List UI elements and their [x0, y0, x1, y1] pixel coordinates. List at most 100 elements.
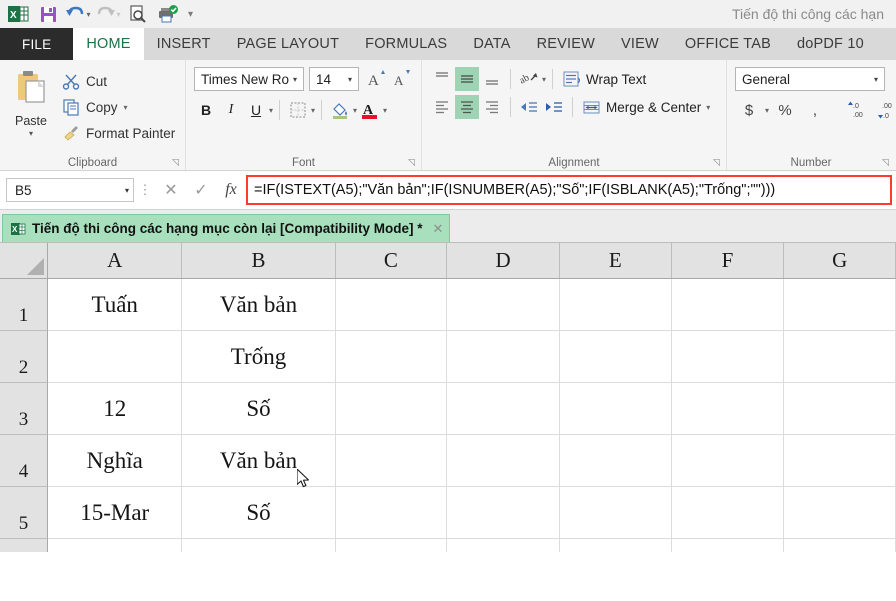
formula-bar-grip[interactable]: ⋮	[134, 182, 156, 198]
merge-center-caret-icon[interactable]: ▾	[706, 103, 710, 112]
orientation-button[interactable]: ab	[517, 67, 541, 91]
cell-d5[interactable]	[447, 487, 560, 539]
alignment-dialog-launcher[interactable]: ◹	[713, 158, 722, 167]
bold-button[interactable]: B	[194, 98, 218, 122]
name-box-caret-icon[interactable]: ▾	[125, 186, 129, 195]
wrap-text-button[interactable]: Wrap Text	[559, 67, 646, 91]
align-left-button[interactable]	[430, 95, 454, 119]
font-color-caret-icon[interactable]: ▾	[383, 106, 387, 115]
font-name-combo[interactable]: Times New Ro ▾	[194, 67, 304, 91]
cell-c5[interactable]	[336, 487, 448, 539]
currency-caret-icon[interactable]: ▾	[765, 106, 769, 115]
customize-qat-icon[interactable]: ▾	[184, 9, 197, 20]
enter-formula-button[interactable]: ✓	[186, 177, 216, 203]
copy-button[interactable]: Copy ▾	[62, 96, 175, 118]
cell-a2[interactable]	[48, 331, 182, 383]
tab-home[interactable]: HOME	[73, 28, 143, 60]
table-row[interactable]: 5 15-Mar Số	[0, 487, 896, 539]
comma-button[interactable]: ,	[801, 98, 829, 122]
number-format-caret-icon[interactable]: ▾	[870, 75, 882, 84]
paste-caret-icon[interactable]: ▾	[29, 129, 33, 138]
font-color-button[interactable]: A	[358, 98, 382, 122]
cell-f4[interactable]	[672, 435, 785, 487]
cell-b6[interactable]: Văn bản	[182, 539, 335, 552]
column-header-b[interactable]: B	[182, 243, 335, 278]
font-size-combo[interactable]: 14 ▾	[309, 67, 359, 91]
clipboard-dialog-launcher[interactable]: ◹	[172, 158, 181, 167]
tab-data[interactable]: DATA	[460, 28, 523, 60]
tab-review[interactable]: REVIEW	[524, 28, 608, 60]
office-tab-active[interactable]: X Tiến độ thi công các hạng mục còn lại …	[2, 214, 450, 242]
undo-icon[interactable]: ▾	[64, 2, 92, 26]
quick-access-toolbar[interactable]: X ▾	[0, 2, 197, 26]
tab-formulas[interactable]: FORMULAS	[352, 28, 460, 60]
fill-color-caret-icon[interactable]: ▾	[353, 106, 357, 115]
select-all-button[interactable]	[0, 243, 48, 278]
font-dialog-launcher[interactable]: ◹	[408, 158, 417, 167]
increase-decimal-button[interactable]: .0 .00	[843, 98, 871, 122]
number-format-combo[interactable]: General ▾	[735, 67, 885, 91]
cell-g1[interactable]	[784, 279, 896, 331]
row-header-5[interactable]: 5	[0, 487, 48, 539]
paste-button[interactable]: Paste ▾	[0, 66, 62, 170]
borders-caret-icon[interactable]: ▾	[311, 106, 315, 115]
decrease-font-size-button[interactable]: A	[391, 68, 413, 90]
formula-input[interactable]: =IF(ISTEXT(A5);"Văn bản";IF(ISNUMBER(A5)…	[246, 175, 892, 205]
fill-color-button[interactable]	[328, 98, 352, 122]
column-header-e[interactable]: E	[560, 243, 672, 278]
tab-dopdf[interactable]: doPDF 10	[784, 28, 877, 60]
cell-d1[interactable]	[447, 279, 560, 331]
cell-f1[interactable]	[672, 279, 785, 331]
cell-d3[interactable]	[447, 383, 560, 435]
cell-e5[interactable]	[560, 487, 672, 539]
italic-button[interactable]: I	[219, 98, 243, 122]
cell-c4[interactable]	[336, 435, 448, 487]
column-header-a[interactable]: A	[48, 243, 182, 278]
row-header-1[interactable]: 1	[0, 279, 48, 331]
underline-button[interactable]: U	[244, 98, 268, 122]
font-size-caret-icon[interactable]: ▾	[344, 75, 356, 84]
cell-e6[interactable]	[560, 539, 672, 552]
spreadsheet-grid[interactable]: A B C D E F G 1 Tuấn Văn bản 2 Trống 3 1…	[0, 243, 896, 552]
cell-e2[interactable]	[560, 331, 672, 383]
close-icon[interactable]: ✕	[429, 221, 444, 237]
cell-f2[interactable]	[672, 331, 785, 383]
cell-b1[interactable]: Văn bản	[182, 279, 335, 331]
align-right-button[interactable]	[480, 95, 504, 119]
format-painter-button[interactable]: Format Painter	[62, 122, 175, 144]
font-name-caret-icon[interactable]: ▾	[289, 75, 301, 84]
row-header-3[interactable]: 3	[0, 383, 48, 435]
row-header-2[interactable]: 2	[0, 331, 48, 383]
cell-c2[interactable]	[336, 331, 448, 383]
table-row[interactable]: 6 11/4/2020 Văn bản	[0, 539, 896, 552]
tab-insert[interactable]: INSERT	[144, 28, 224, 60]
borders-button[interactable]	[286, 98, 310, 122]
tab-file[interactable]: FILE	[0, 28, 73, 60]
table-row[interactable]: 1 Tuấn Văn bản	[0, 279, 896, 331]
cell-c3[interactable]	[336, 383, 448, 435]
cell-d2[interactable]	[447, 331, 560, 383]
currency-button[interactable]: $	[735, 98, 763, 122]
cell-f3[interactable]	[672, 383, 785, 435]
cell-b4[interactable]: Văn bản	[182, 435, 335, 487]
copy-caret-icon[interactable]: ▾	[124, 103, 128, 112]
cell-e3[interactable]	[560, 383, 672, 435]
tab-office-tab[interactable]: OFFICE TAB	[672, 28, 784, 60]
decrease-decimal-button[interactable]: .00 .0	[873, 98, 896, 122]
cell-a5[interactable]: 15-Mar	[48, 487, 182, 539]
cell-g4[interactable]	[784, 435, 896, 487]
increase-font-size-button[interactable]: A	[366, 68, 388, 90]
increase-indent-button[interactable]	[542, 95, 566, 119]
underline-caret-icon[interactable]: ▾	[269, 106, 273, 115]
cell-f5[interactable]	[672, 487, 785, 539]
number-dialog-launcher[interactable]: ◹	[882, 158, 891, 167]
cell-d6[interactable]	[447, 539, 560, 552]
orientation-caret-icon[interactable]: ▾	[542, 75, 546, 84]
cell-b3[interactable]: Số	[182, 383, 335, 435]
cell-a4[interactable]: Nghĩa	[48, 435, 182, 487]
cell-g2[interactable]	[784, 331, 896, 383]
ribbon-tab-bar[interactable]: FILE HOME INSERT PAGE LAYOUT FORMULAS DA…	[0, 28, 896, 60]
cancel-formula-button[interactable]: ✕	[156, 177, 186, 203]
align-top-button[interactable]	[430, 67, 454, 91]
cell-d4[interactable]	[447, 435, 560, 487]
